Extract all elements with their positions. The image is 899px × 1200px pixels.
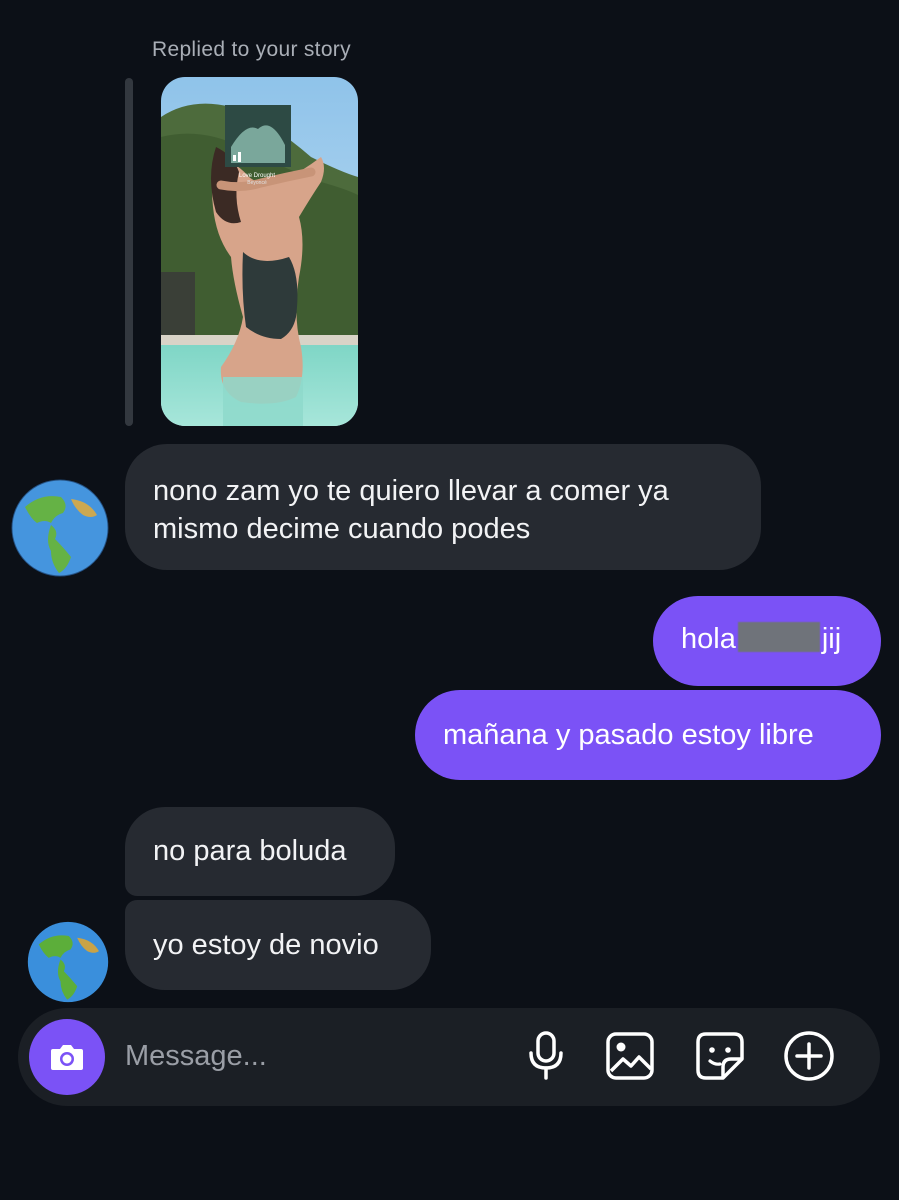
- contact-avatar-earth[interactable]: [27, 921, 109, 1003]
- message-text-end: jij: [821, 623, 842, 655]
- sticker-icon: [696, 1032, 744, 1080]
- message-text-start: hola: [681, 623, 736, 655]
- story-music-artist: Beyoncé: [247, 180, 267, 186]
- microphone-icon: [529, 1031, 563, 1080]
- reply-indicator-bar: [125, 78, 133, 426]
- camera-button[interactable]: [29, 1019, 105, 1095]
- camera-icon: [51, 1045, 83, 1070]
- incoming-message[interactable]: nono zam yo te quiero llevar a comer ya …: [125, 444, 761, 570]
- outgoing-message[interactable]: hola jij: [653, 596, 881, 686]
- voice-message-button[interactable]: [518, 1028, 574, 1084]
- add-icon: [784, 1031, 834, 1081]
- earth-globe-icon: [11, 479, 109, 577]
- reply-caption: Replied to your story: [152, 38, 351, 61]
- contact-avatar-earth[interactable]: [11, 479, 109, 577]
- outgoing-message[interactable]: mañana y pasado estoy libre: [415, 690, 881, 780]
- story-thumbnail[interactable]: Love Drought Beyoncé: [161, 77, 358, 426]
- more-options-button[interactable]: [781, 1028, 837, 1084]
- gallery-button[interactable]: [602, 1028, 658, 1084]
- redacted-text: [737, 622, 820, 652]
- story-music-title: Love Drought: [239, 173, 275, 179]
- earth-globe-icon: [27, 921, 109, 1003]
- story-image: Love Drought Beyoncé: [161, 77, 358, 426]
- incoming-message[interactable]: yo estoy de novio: [125, 900, 431, 990]
- incoming-message[interactable]: no para boluda: [125, 807, 395, 896]
- gallery-icon: [606, 1032, 654, 1080]
- message-input[interactable]: [125, 1036, 505, 1076]
- sticker-button[interactable]: [692, 1028, 748, 1084]
